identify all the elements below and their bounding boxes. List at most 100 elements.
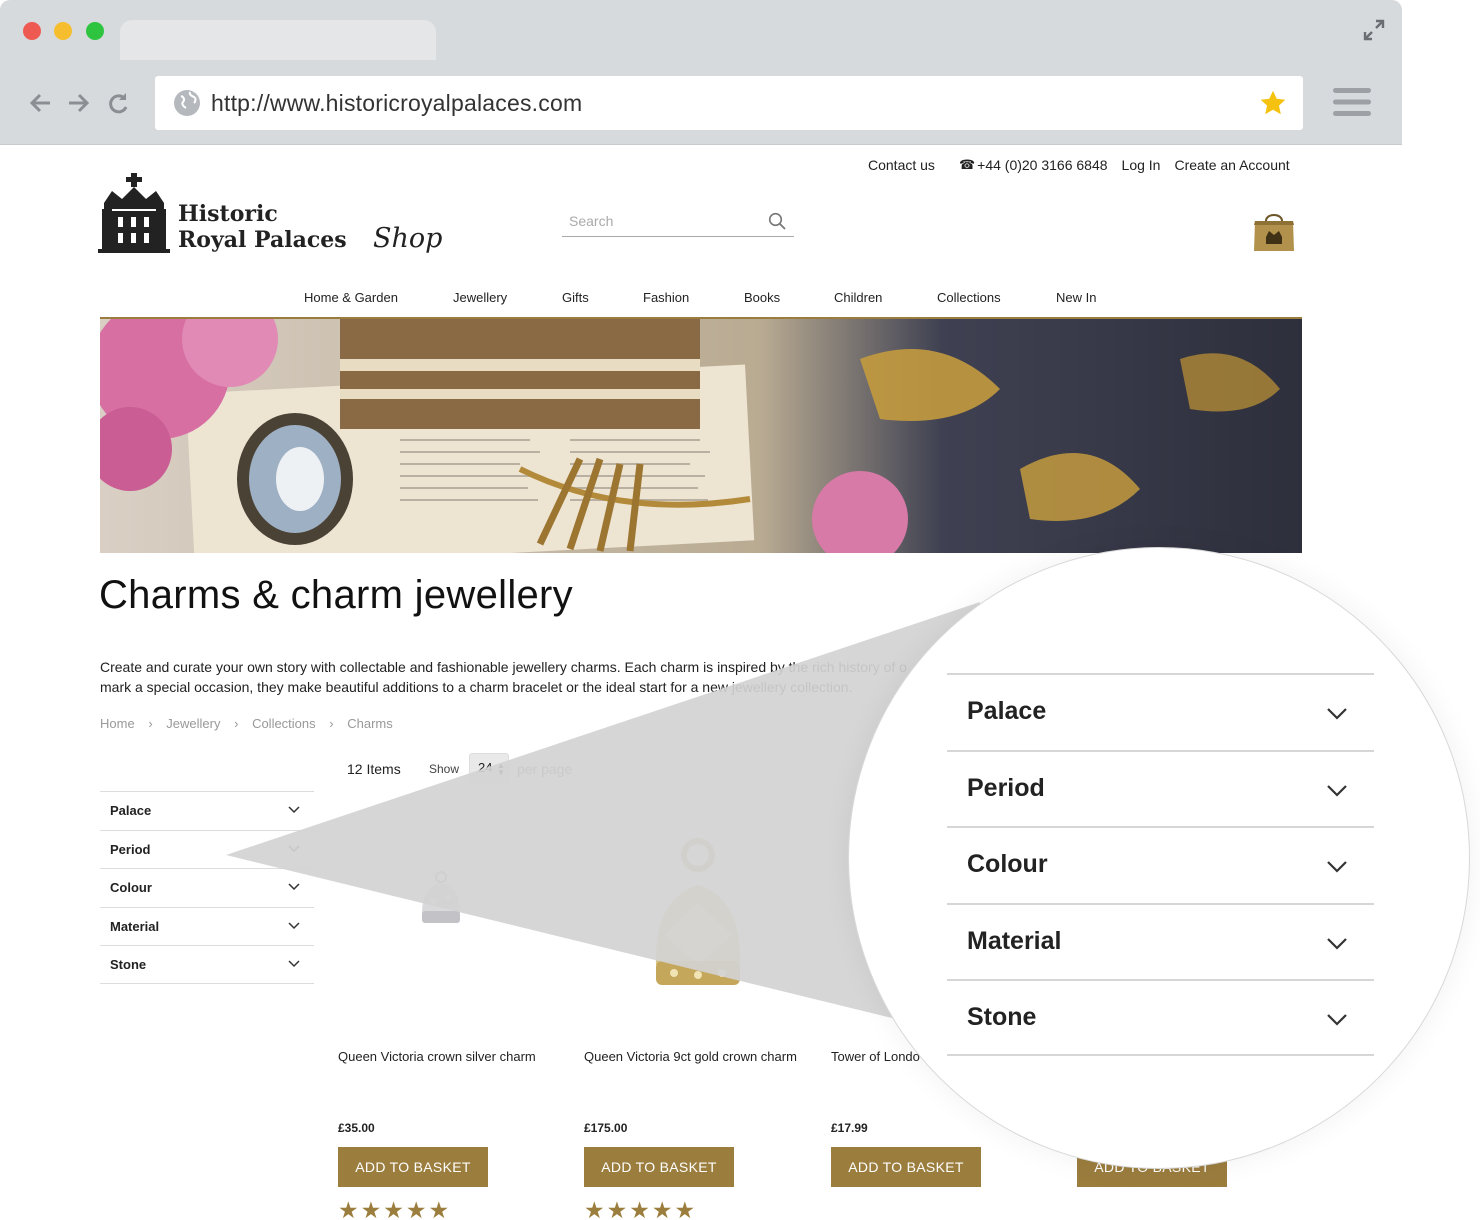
filter-label: Period <box>110 841 151 857</box>
hero-banner <box>100 317 1302 553</box>
nav-fashion[interactable]: Fashion <box>643 290 689 305</box>
main-navigation: Home & Garden Jewellery Gifts Fashion Bo… <box>0 290 1402 310</box>
magnifier-lens: Palace Period Colour Material Stone <box>848 547 1470 1169</box>
breadcrumb-charms: Charms <box>347 716 393 731</box>
breadcrumb-collections[interactable]: Collections <box>252 716 316 731</box>
logo-shop-text: Shop <box>373 223 443 254</box>
nav-jewellery[interactable]: Jewellery <box>453 290 507 305</box>
add-to-basket-button[interactable]: ADD TO BASKET <box>831 1147 981 1187</box>
chevron-down-icon <box>288 806 300 814</box>
breadcrumb-jewellery[interactable]: Jewellery <box>166 716 220 731</box>
nav-gifts[interactable]: Gifts <box>562 290 589 305</box>
filter-palace[interactable]: Palace <box>100 791 314 830</box>
product-image[interactable] <box>584 825 814 1025</box>
intro-line-2: mark a special occasion, they make beaut… <box>100 679 853 695</box>
chevron-down-icon <box>1327 1014 1347 1026</box>
show-label: Show <box>429 762 460 776</box>
category-intro: Create and curate your own story with co… <box>100 657 920 697</box>
items-count: 12 Items <box>347 761 401 777</box>
back-arrow-icon[interactable] <box>28 90 54 116</box>
reload-icon[interactable] <box>105 90 131 116</box>
phone-icon: ☎ <box>958 157 976 172</box>
magnified-filter-palace[interactable]: Palace <box>947 673 1374 750</box>
product-price: £17.99 <box>831 1121 868 1135</box>
magnified-filter-label: Period <box>967 773 1045 802</box>
product-name[interactable]: Queen Victoria 9ct gold crown charm <box>584 1049 810 1064</box>
chevron-down-icon <box>288 844 300 852</box>
phone-number[interactable]: +44 (0)20 3166 6848 <box>977 157 1107 173</box>
nav-collections[interactable]: Collections <box>937 290 1001 305</box>
add-to-basket-button[interactable]: ADD TO BASKET <box>338 1147 488 1187</box>
tower-crest-icon <box>98 173 170 253</box>
hero-photo <box>100 319 1302 553</box>
filter-label: Stone <box>110 957 147 972</box>
product-image[interactable] <box>338 825 568 1025</box>
breadcrumb-separator: › <box>234 716 239 731</box>
logo-line-2: Royal Palaces <box>178 227 347 253</box>
chevron-down-icon <box>1327 784 1347 797</box>
browser-tab[interactable] <box>120 20 436 60</box>
filter-label: Material <box>110 918 160 934</box>
search-icon[interactable] <box>768 212 786 230</box>
hamburger-menu-icon[interactable] <box>1333 86 1371 118</box>
nav-books[interactable]: Books <box>744 290 780 305</box>
magnified-filter-label: Palace <box>967 697 1047 725</box>
chevron-down-icon <box>288 921 300 929</box>
filter-label: Palace <box>110 803 152 818</box>
filter-material[interactable]: Material <box>100 906 314 946</box>
address-bar[interactable]: http://www.historicroyalpalaces.com <box>155 76 1303 130</box>
product-name[interactable]: Queen Victoria crown silver charm <box>338 1049 564 1064</box>
magnified-filter-label: Stone <box>967 1003 1037 1031</box>
stepper-arrows-icon: ▲ ▼ <box>497 761 505 777</box>
magnified-filter-stone[interactable]: Stone <box>947 979 1374 1056</box>
close-window-dot[interactable] <box>23 22 41 40</box>
chevron-down-icon <box>1327 937 1347 950</box>
chevron-down-icon <box>288 883 300 891</box>
magnified-filter-material[interactable]: Material <box>947 902 1374 980</box>
search-placeholder: Search <box>569 213 614 229</box>
filter-sidebar: Palace Period Colour Material Stone <box>100 791 314 984</box>
breadcrumb-separator: › <box>329 716 334 731</box>
breadcrumb-separator: › <box>148 716 153 731</box>
search-field[interactable]: Search <box>562 207 794 237</box>
expand-icon[interactable] <box>1362 18 1386 42</box>
logo-line-1: Historic <box>178 201 278 227</box>
nav-new-in[interactable]: New In <box>1056 290 1096 305</box>
magnified-filter-colour[interactable]: Colour <box>947 826 1374 903</box>
browser-toolbar: http://www.historicroyalpalaces.com <box>0 0 1402 144</box>
magnified-filter-label: Material <box>967 926 1062 955</box>
breadcrumb: Home › Jewellery › Collections › Charms <box>100 716 393 731</box>
page-title: Charms & charm jewellery <box>99 573 573 617</box>
minimize-window-dot[interactable] <box>54 22 72 40</box>
magnified-filter-list: Palace Period Colour Material Stone <box>947 673 1374 1056</box>
bookmark-star-icon[interactable] <box>1259 89 1287 117</box>
site-logo[interactable]: Historic Royal Palaces Shop <box>98 173 442 265</box>
breadcrumb-home[interactable]: Home <box>100 716 135 731</box>
maximize-window-dot[interactable] <box>86 22 104 40</box>
nav-home-garden[interactable]: Home & Garden <box>304 290 398 305</box>
shopping-bag-icon[interactable] <box>1252 211 1296 253</box>
per-page-select[interactable]: 24 ▲ ▼ <box>469 753 509 783</box>
rating-stars: ★★★★★ <box>584 1197 698 1220</box>
login-link[interactable]: Log In <box>1122 157 1161 173</box>
magnified-filter-period[interactable]: Period <box>947 749 1374 827</box>
globe-icon <box>174 90 200 116</box>
nav-children[interactable]: Children <box>834 290 882 305</box>
filter-colour[interactable]: Colour <box>100 868 314 907</box>
filter-period[interactable]: Period <box>100 829 314 869</box>
chevron-down-icon <box>1327 708 1347 720</box>
per-page-label: per page <box>517 761 573 777</box>
forward-arrow-icon[interactable] <box>65 90 91 116</box>
contact-link[interactable]: Contact us <box>868 157 935 173</box>
product-price: £175.00 <box>584 1121 628 1135</box>
magnified-filter-label: Colour <box>967 850 1048 878</box>
product-price: £35.00 <box>338 1121 375 1135</box>
rating-stars: ★★★★★ <box>338 1197 452 1220</box>
url-text[interactable]: http://www.historicroyalpalaces.com <box>211 90 582 117</box>
filter-label: Colour <box>110 880 152 895</box>
create-account-link[interactable]: Create an Account <box>1174 157 1289 173</box>
chevron-down-icon <box>1327 861 1347 873</box>
filter-stone[interactable]: Stone <box>100 945 314 984</box>
add-to-basket-button[interactable]: ADD TO BASKET <box>584 1147 734 1187</box>
per-page-value: 24 <box>478 760 493 775</box>
